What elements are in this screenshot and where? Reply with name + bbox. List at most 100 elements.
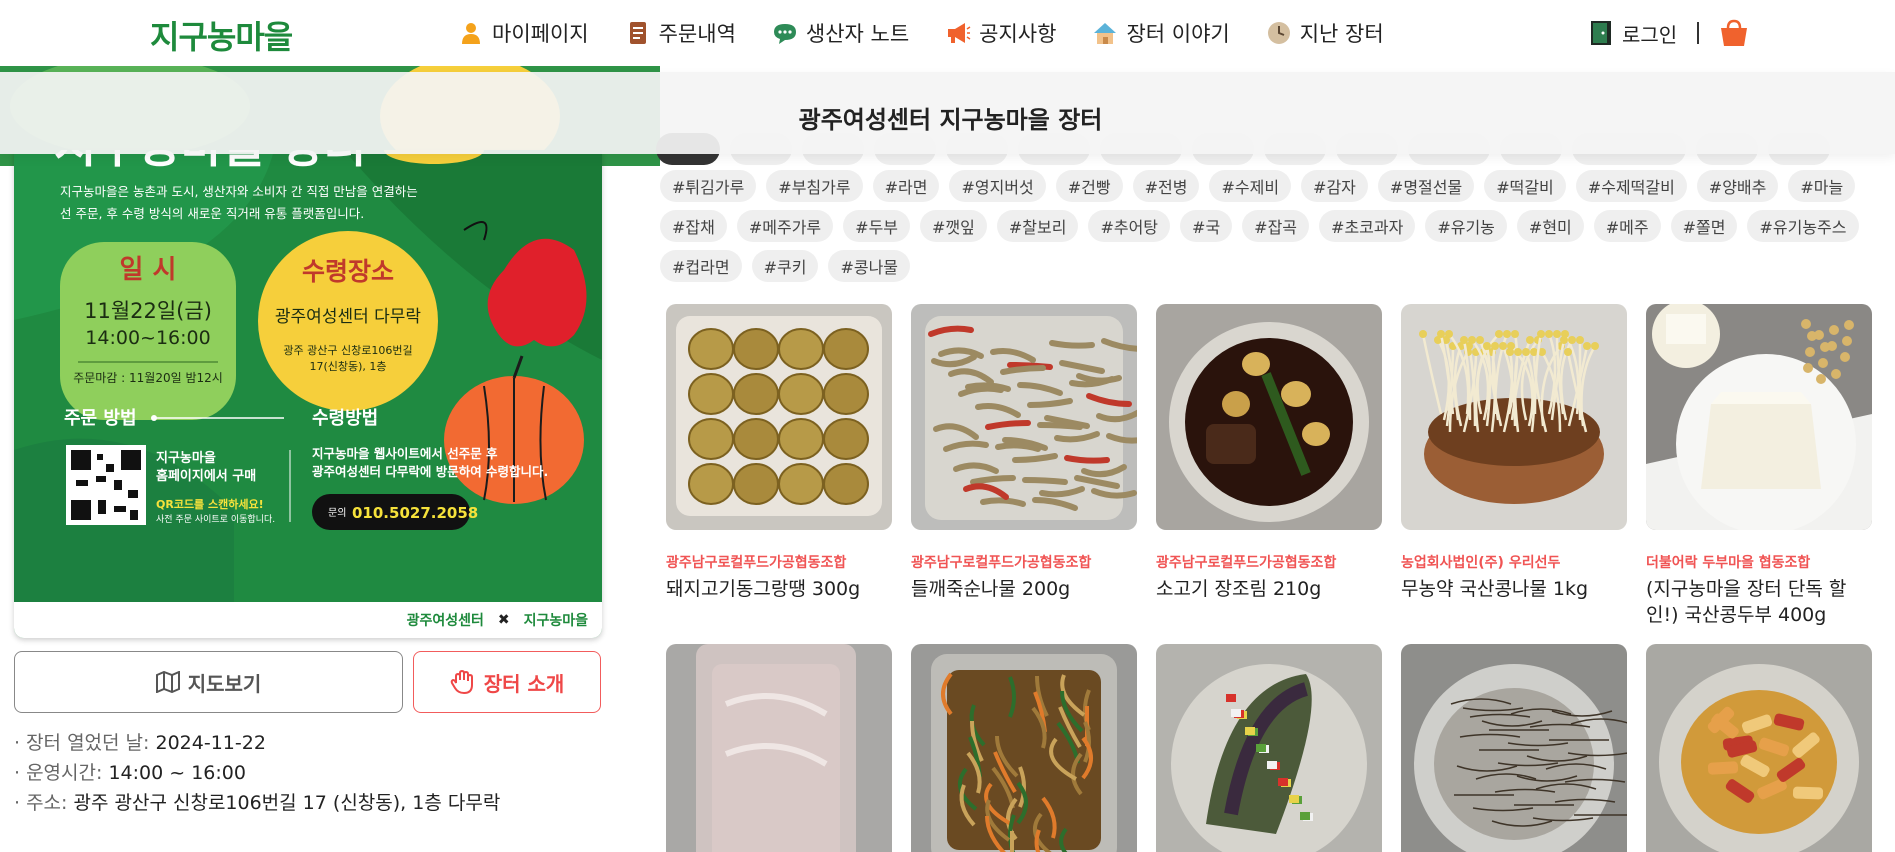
tag-chip[interactable]: #깻잎 — [920, 210, 987, 242]
tag-chip[interactable]: #콩나물 — [828, 250, 911, 282]
product-image[interactable] — [911, 644, 1137, 852]
tag-chip[interactable]: #메주가루 — [736, 210, 834, 242]
tag-chip[interactable]: #부침가루 — [766, 170, 863, 202]
tag-chip[interactable]: #수제떡갈비 — [1575, 170, 1687, 202]
info-opened-label: · 장터 열었던 날: — [14, 732, 150, 754]
nav-item-notice[interactable]: 공지사항 — [945, 18, 1056, 48]
tag-chip[interactable]: #영지버섯 — [949, 170, 1046, 202]
tag-chip[interactable]: #메주 — [1593, 210, 1661, 242]
nav-item-label: 장터 이야기 — [1126, 22, 1230, 46]
product-card[interactable] — [666, 644, 892, 852]
tag-chip[interactable]: #건빵 — [1055, 170, 1123, 202]
product-image[interactable] — [1401, 304, 1627, 530]
header-actions: 로그인 — [1590, 0, 1749, 66]
tag-chip[interactable]: #현미 — [1516, 210, 1584, 242]
product-card[interactable]: 더불어락 두부마을 협동조합 (지구농마을 장터 단독 할인!) 국산콩두부 40… — [1646, 304, 1872, 628]
poster-intro-1: 지구농마을은 농촌과 도시, 생산자와 소비자 간 직접 만남을 연결하는 — [60, 184, 418, 199]
tag-chip[interactable]: #마늘 — [1788, 170, 1856, 202]
tag-row-2: #튀김가루 #부침가루 #라면 #영지버섯 #건빵 #전병 #수제비 #감자 #명절선물 #떡갈비… — [660, 170, 1865, 202]
site-logo[interactable]: 지구농마을 — [150, 12, 293, 58]
product-card[interactable]: 광주남구로컬푸드가공협동조합소고기 장조림 210g — [1156, 304, 1382, 602]
product-card[interactable]: 농업회사법인(주) 우리선두무농약 국산콩나물 1kg — [1401, 304, 1627, 602]
tag-chip[interactable]: #초코과자 — [1319, 210, 1416, 242]
tag-chip[interactable]: #찰보리 — [996, 210, 1079, 242]
main-nav: 마이페이지 주문내역 생산자 노트 공지사항 장터 이야기 지난 장터 — [458, 0, 1420, 66]
product-image[interactable] — [911, 304, 1137, 530]
poster-date: 11월22일(금) — [84, 299, 212, 323]
product-card[interactable] — [911, 644, 1137, 852]
product-image[interactable] — [1401, 644, 1627, 852]
poster-deadline: 주문마감 : 11월20일 밤12시 — [73, 371, 223, 385]
tag-chip[interactable]: #유기농 — [1425, 210, 1507, 242]
market-poster: 지구농마을 장터 지구농마을은 농촌과 도시, 생산자와 소비자 간 직접 만남… — [14, 150, 602, 638]
megaphone-icon — [948, 23, 971, 43]
product-image[interactable] — [1646, 644, 1872, 852]
info-hours-value: 14:00 ~ 16:00 — [108, 762, 246, 784]
login-link[interactable]: 로그인 — [1622, 19, 1677, 48]
tag-chip[interactable]: #감자 — [1301, 170, 1368, 202]
product-seller: 광주남구로컬푸드가공협동조합 — [666, 555, 847, 571]
product-card[interactable] — [1401, 644, 1627, 852]
page-title: 광주여성센터 지구농마을 장터 — [0, 100, 1895, 135]
nav-item-label: 지난 장터 — [1299, 22, 1384, 46]
poster-receive-title: 수령방법 — [312, 408, 378, 429]
tag-chip[interactable]: #잡채 — [660, 210, 727, 242]
tag-chip[interactable]: #수제비 — [1209, 170, 1292, 202]
poster-art: 지구농마을 장터 지구농마을은 농촌과 도시, 생산자와 소비자 간 직접 만남… — [14, 150, 602, 602]
nav-item-mypage[interactable]: 마이페이지 — [458, 18, 589, 48]
tag-chip[interactable]: #라면 — [872, 170, 940, 202]
product-name[interactable]: (지구농마을 장터 단독 할인!) 국산콩두부 400g — [1646, 576, 1872, 628]
tag-chip[interactable]: #국 — [1180, 210, 1233, 242]
tag-chip[interactable]: #컵라면 — [660, 250, 742, 282]
product-card[interactable]: 광주남구로컬푸드가공협동조합돼지고기동그랑땡 300g — [666, 304, 892, 602]
product-image[interactable] — [1646, 304, 1872, 530]
tag-chip[interactable]: #튀김가루 — [660, 170, 757, 202]
tag-chip[interactable]: #추어탕 — [1088, 210, 1171, 242]
nav-item-label: 마이페이지 — [492, 22, 589, 46]
product-card[interactable] — [1646, 644, 1872, 852]
product-image[interactable] — [666, 304, 892, 530]
tag-chip[interactable]: #쫄면 — [1670, 210, 1738, 242]
poster-receive-desc-1: 지구농마을 웹사이트에서 선주문 후 — [312, 446, 498, 461]
product-seller: 광주남구로컬푸드가공협동조합 — [1156, 555, 1337, 571]
market-intro-button[interactable]: 장터 소개 — [413, 651, 601, 713]
map-button[interactable]: 지도보기 — [14, 651, 403, 713]
poster-date-title: 일 시 — [120, 255, 177, 285]
tag-chip[interactable]: #전병 — [1132, 170, 1200, 202]
tag-chip[interactable]: #양배추 — [1696, 170, 1779, 202]
info-hours-row: · 운영시간: 14:00 ~ 16:00 — [14, 758, 500, 788]
poster-place: 광주여성센터 다무락 — [275, 307, 422, 327]
map-icon — [155, 671, 180, 693]
chat-bubble-icon — [773, 24, 796, 44]
tag-chip[interactable]: #쿠키 — [751, 250, 819, 282]
product-name[interactable]: 무농약 국산콩나물 1kg — [1401, 576, 1627, 602]
tag-chip[interactable]: #두부 — [843, 210, 911, 242]
info-opened-row: · 장터 열었던 날: 2024-11-22 — [14, 728, 500, 758]
poster-order-desc-2: 홈페이지에서 구매 — [156, 468, 256, 484]
product-name[interactable]: 들깨죽순나물 200g — [911, 576, 1137, 602]
nav-item-past-market[interactable]: 지난 장터 — [1266, 18, 1384, 48]
product-name[interactable]: 돼지고기동그랑땡 300g — [666, 576, 892, 602]
shopping-bag-icon[interactable] — [1719, 19, 1749, 47]
info-opened-value: 2024-11-22 — [155, 732, 266, 754]
nav-item-market-story[interactable]: 장터 이야기 — [1092, 18, 1230, 48]
nav-item-orders[interactable]: 주문내역 — [625, 18, 736, 48]
product-image[interactable] — [666, 644, 892, 852]
tag-chip[interactable]: #잡곡 — [1242, 210, 1310, 242]
product-seller: 농업회사법인(주) 우리선두 — [1401, 555, 1561, 571]
product-card[interactable] — [1156, 644, 1382, 852]
tag-chip[interactable]: #유기농주스 — [1747, 210, 1859, 242]
market-info: · 장터 열었던 날: 2024-11-22 · 운영시간: 14:00 ~ 1… — [14, 728, 500, 818]
product-image[interactable] — [1156, 644, 1382, 852]
product-name[interactable]: 소고기 장조림 210g — [1156, 576, 1382, 602]
poster-qr-hint: QR코드를 스캔하세요! — [156, 497, 264, 511]
poster-time: 14:00~16:00 — [85, 327, 210, 349]
tag-row-4: #컵라면 #쿠키 #콩나물 — [660, 250, 920, 282]
nav-item-producer-note[interactable]: 생산자 노트 — [772, 18, 909, 48]
product-image[interactable] — [1156, 304, 1382, 530]
tag-chip[interactable]: #떡갈비 — [1484, 170, 1566, 202]
product-seller: 광주남구로컬푸드가공협동조합 — [911, 555, 1092, 571]
product-card[interactable]: 광주남구로컬푸드가공협동조합들깨죽순나물 200g — [911, 304, 1137, 602]
tag-chip[interactable]: #명절선물 — [1377, 170, 1475, 202]
poster-address-2: 17(신창동), 1층 — [309, 360, 386, 373]
